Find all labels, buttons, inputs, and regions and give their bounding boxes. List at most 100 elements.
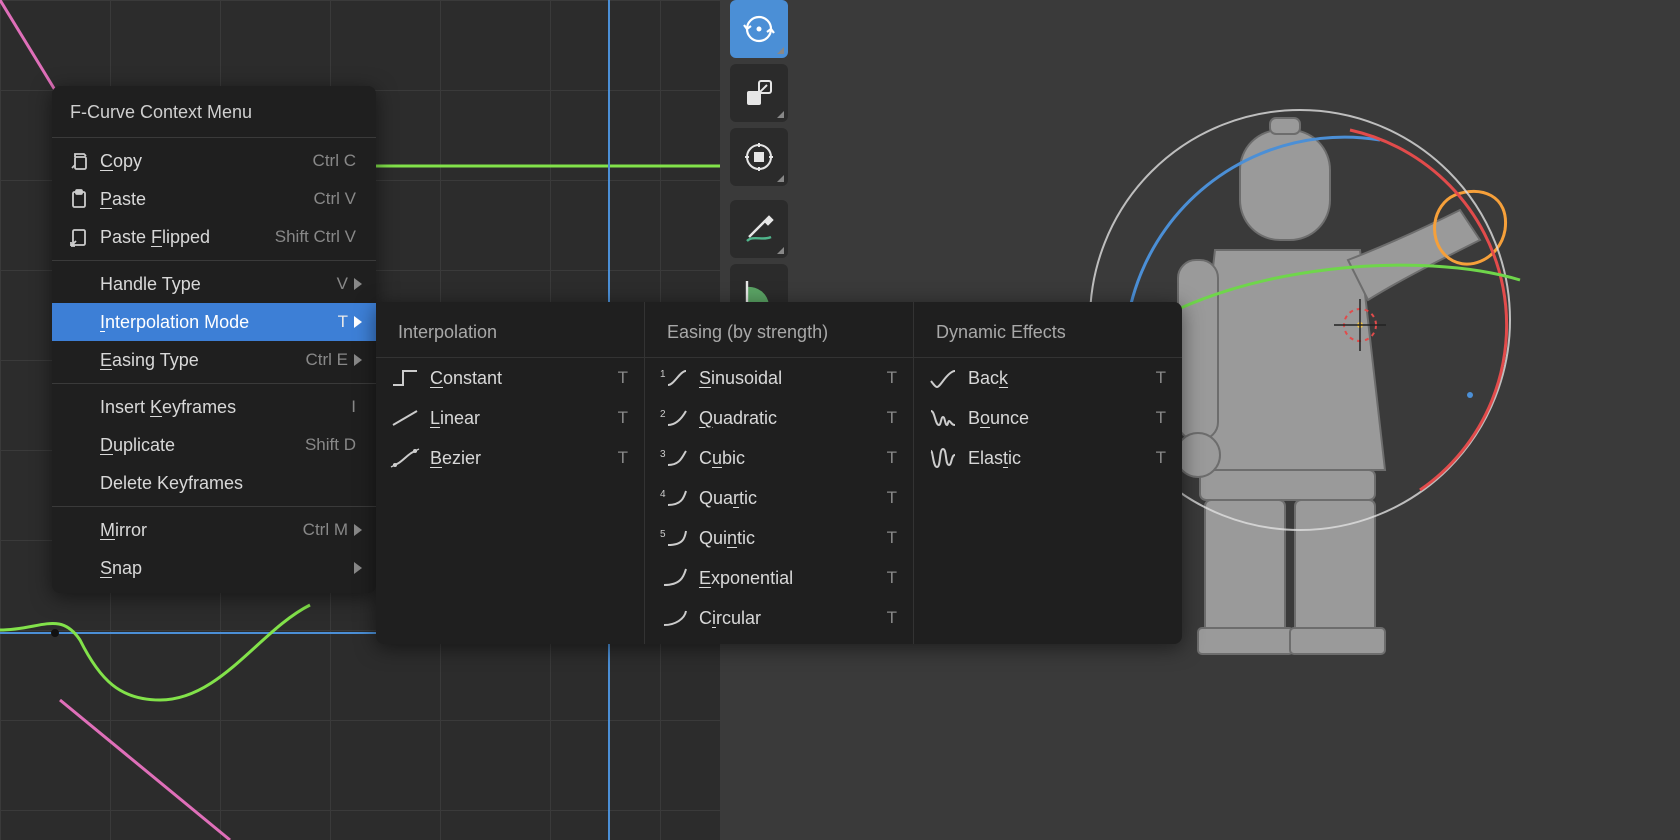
shortcut-label: Ctrl V [314, 189, 357, 209]
menu-item-label: Duplicate [100, 435, 305, 456]
menu-copy[interactable]: Copy Ctrl C [52, 142, 376, 180]
quartic-icon: 4 [659, 483, 689, 513]
submenu-item-label: Linear [430, 408, 618, 429]
menu-item-label: Mirror [100, 520, 303, 541]
tool-annotate[interactable] [730, 200, 788, 258]
shortcut-label: T [887, 488, 897, 508]
shortcut-label: Ctrl E [306, 350, 349, 370]
menu-item-label: Paste Flipped [100, 227, 275, 248]
shortcut-label: T [618, 408, 628, 428]
constant-icon [390, 363, 420, 393]
menu-insert-keyframes[interactable]: Insert Keyframes I [52, 388, 376, 426]
interp-bezier[interactable]: Bezier T [376, 438, 644, 478]
shortcut-label: T [618, 448, 628, 468]
submenu-item-label: Exponential [699, 568, 887, 589]
elastic-icon [928, 443, 958, 473]
dynamic-back[interactable]: Back T [914, 358, 1182, 398]
svg-text:4: 4 [660, 489, 666, 500]
submenu-col-interpolation: Interpolation Constant T Linear T Bezier… [376, 302, 644, 644]
interpolation-submenu: Interpolation Constant T Linear T Bezier… [376, 302, 1182, 644]
menu-snap[interactable]: Snap [52, 549, 376, 587]
dynamic-bounce[interactable]: Bounce T [914, 398, 1182, 438]
chevron-right-icon [354, 278, 362, 290]
easing-exponential[interactable]: Exponential T [645, 558, 913, 598]
menu-paste[interactable]: Paste Ctrl V [52, 180, 376, 218]
submenu-header: Dynamic Effects [914, 308, 1182, 358]
menu-item-label: Handle Type [100, 274, 337, 295]
easing-quartic[interactable]: 4 Quartic T [645, 478, 913, 518]
linear-icon [390, 403, 420, 433]
easing-quadratic[interactable]: 2 Quadratic T [645, 398, 913, 438]
paste-icon [66, 186, 92, 212]
bezier-icon [390, 443, 420, 473]
copy-icon [66, 148, 92, 174]
shortcut-label: T [887, 528, 897, 548]
quadratic-icon: 2 [659, 403, 689, 433]
shortcut-label: T [887, 408, 897, 428]
sinusoidal-icon: 1 [659, 363, 689, 393]
chevron-right-icon [354, 562, 362, 574]
submenu-header: Interpolation [376, 308, 644, 358]
shortcut-label: I [351, 397, 356, 417]
menu-item-label: Easing Type [100, 350, 306, 371]
submenu-item-label: Elastic [968, 448, 1156, 469]
tool-column [730, 0, 798, 328]
menu-item-label: Snap [100, 558, 348, 579]
submenu-item-label: Back [968, 368, 1156, 389]
shortcut-label: T [887, 608, 897, 628]
exponential-icon [659, 563, 689, 593]
menu-interpolation-mode[interactable]: Interpolation Mode T [52, 303, 376, 341]
paste-flipped-icon [66, 224, 92, 250]
tool-transform[interactable] [730, 128, 788, 186]
interp-linear[interactable]: Linear T [376, 398, 644, 438]
svg-text:5: 5 [660, 529, 666, 540]
submenu-header: Easing (by strength) [645, 308, 913, 358]
shortcut-label: T [618, 368, 628, 388]
menu-title: F-Curve Context Menu [52, 92, 376, 133]
chevron-right-icon [354, 354, 362, 366]
submenu-col-dynamic: Dynamic Effects Back T Bounce T Elastic … [913, 302, 1182, 644]
menu-item-label: Copy [100, 151, 313, 172]
tool-scale[interactable] [730, 64, 788, 122]
shortcut-label: T [1156, 408, 1166, 428]
shortcut-label: T [887, 448, 897, 468]
shortcut-label: Ctrl C [313, 151, 356, 171]
menu-mirror[interactable]: Mirror Ctrl M [52, 511, 376, 549]
quintic-icon: 5 [659, 523, 689, 553]
menu-paste-flipped[interactable]: Paste Flipped Shift Ctrl V [52, 218, 376, 256]
menu-easing-type[interactable]: Easing Type Ctrl E [52, 341, 376, 379]
submenu-item-label: Sinusoidal [699, 368, 887, 389]
interp-constant[interactable]: Constant T [376, 358, 644, 398]
submenu-item-label: Circular [699, 608, 887, 629]
back-icon [928, 363, 958, 393]
easing-sinusoidal[interactable]: 1 Sinusoidal T [645, 358, 913, 398]
shortcut-label: Shift D [305, 435, 356, 455]
menu-item-label: Insert Keyframes [100, 397, 351, 418]
circular-icon [659, 603, 689, 633]
submenu-item-label: Bounce [968, 408, 1156, 429]
easing-cubic[interactable]: 3 Cubic T [645, 438, 913, 478]
menu-duplicate[interactable]: Duplicate Shift D [52, 426, 376, 464]
easing-circular[interactable]: Circular T [645, 598, 913, 638]
svg-text:2: 2 [660, 409, 666, 420]
shortcut-label: T [338, 312, 348, 332]
menu-item-label: Delete Keyframes [100, 473, 362, 494]
bounce-icon [928, 403, 958, 433]
submenu-item-label: Constant [430, 368, 618, 389]
submenu-item-label: Quartic [699, 488, 887, 509]
shortcut-label: T [1156, 448, 1166, 468]
tool-rotate[interactable] [730, 0, 788, 58]
dynamic-elastic[interactable]: Elastic T [914, 438, 1182, 478]
shortcut-label: T [1156, 368, 1166, 388]
easing-quintic[interactable]: 5 Quintic T [645, 518, 913, 558]
chevron-right-icon [354, 316, 362, 328]
submenu-item-label: Quadratic [699, 408, 887, 429]
submenu-item-label: Cubic [699, 448, 887, 469]
shortcut-label: Ctrl M [303, 520, 348, 540]
svg-text:3: 3 [660, 449, 666, 460]
menu-handle-type[interactable]: Handle Type V [52, 265, 376, 303]
submenu-col-easing: Easing (by strength) 1 Sinusoidal T 2 Qu… [644, 302, 913, 644]
shortcut-label: T [887, 368, 897, 388]
shortcut-label: V [337, 274, 348, 294]
menu-delete-keyframes[interactable]: Delete Keyframes [52, 464, 376, 502]
